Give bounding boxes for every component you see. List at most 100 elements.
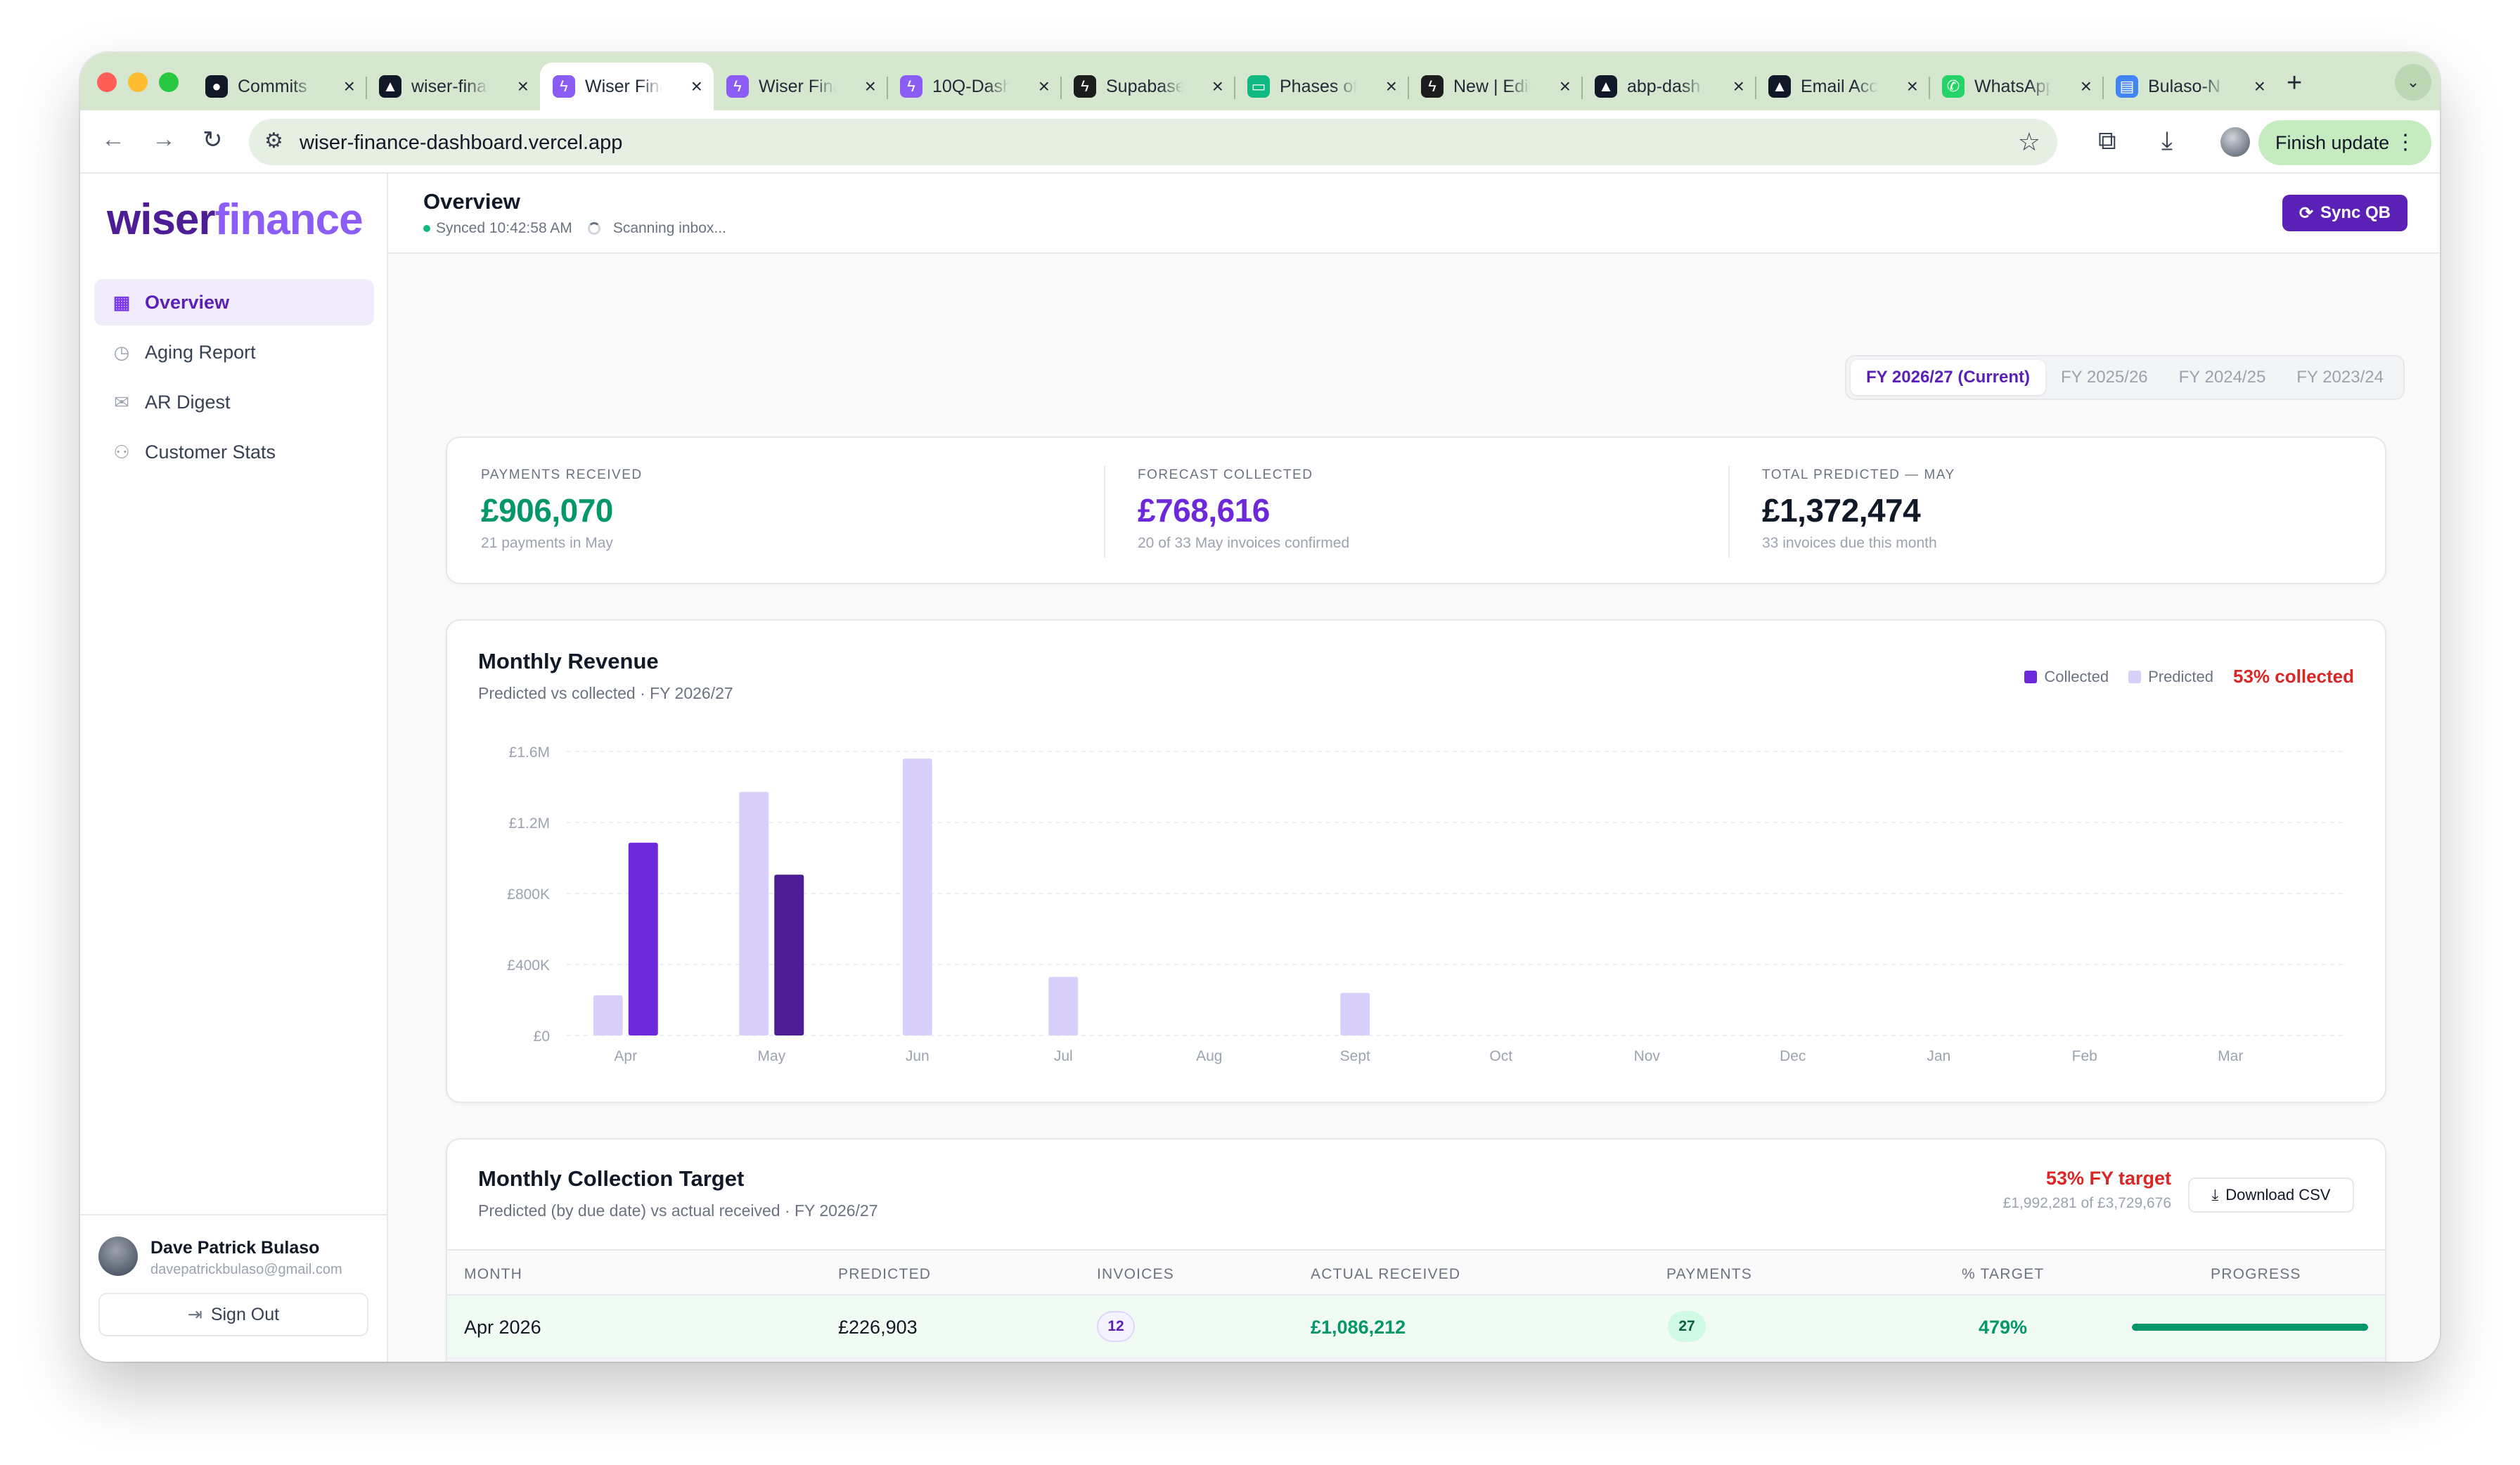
mail-icon: ✉ [114,391,129,413]
sidebar: wiserfinance ▦ Overview ◷ Aging Report ✉ AR D… [80,174,388,1362]
refresh-icon: ⟳ [2299,203,2313,223]
browser-tab[interactable]: ϟ Wiser Finance × [540,63,714,110]
sidebar-item-label: Customer Stats [145,441,276,463]
legend-swatch-predicted [2128,670,2142,683]
sidebar-item-ar-digest[interactable]: ✉ AR Digest [94,379,374,425]
x-tick-label: Jun [906,1048,930,1064]
bookmark-star-icon[interactable]: ☆ [2018,127,2040,157]
browser-tab-label: Phases of [1280,76,1357,96]
close-window-button[interactable] [97,72,117,92]
fy-tab[interactable]: FY 2025/26 [2045,360,2164,395]
browser-tab[interactable]: ϟ Supabase × [1061,63,1235,110]
forward-icon[interactable]: → [152,126,176,153]
kpi-card: PAYMENTS RECEIVED £906,070 21 payments in … [446,437,2386,584]
close-tab-icon[interactable]: × [1733,75,1744,98]
target-subtitle: Predicted (by due date) vs actual receiv… [478,1201,878,1220]
profile-avatar[interactable] [2220,127,2250,157]
fy-tab[interactable]: FY 2026/27 (Current) [1851,360,2045,395]
close-tab-icon[interactable]: × [1907,75,1918,98]
sync-qb-button[interactable]: ⟳ Sync QB [2282,195,2408,231]
browser-tab-label: WhatsApp [1974,76,2052,96]
browser-tab-label: abp-dash [1627,76,1701,96]
bar-predicted-jul[interactable] [1048,976,1079,1035]
fy-tab[interactable]: FY 2023/24 [2281,360,2399,395]
bar-predicted-sept[interactable] [1340,993,1370,1035]
close-tab-icon[interactable]: × [2081,75,2092,98]
extensions-icon[interactable]: ⧉ [2098,126,2116,156]
month-label: Apr 2026 [464,1317,541,1338]
browser-tab[interactable]: ϟ New | Edit × [1408,63,1582,110]
maximize-window-button[interactable] [159,72,179,92]
column-header: PREDICTED [838,1266,932,1282]
column-header: ACTUAL RECEIVED [1311,1266,1461,1282]
legend-predicted: Predicted [2128,668,2213,686]
reload-icon[interactable]: ↻ [202,126,223,154]
more-menu-icon[interactable]: ⋮ [2395,130,2416,155]
browser-tab-label: 10Q-Dash [932,76,1010,96]
close-tab-icon[interactable]: × [2254,75,2265,98]
column-header: % TARGET [1962,1266,2045,1282]
user-name: Dave Patrick Bulaso [150,1238,320,1258]
address-bar[interactable]: ⚙ wiser-finance-dashboard.vercel.app ☆ [249,119,2057,165]
bar-predicted-may[interactable] [739,792,769,1035]
kpi-value: £906,070 [481,492,613,529]
bar-predicted-apr[interactable] [593,995,623,1035]
close-tab-icon[interactable]: × [1212,75,1223,98]
table-row[interactable]: • May 2026NOW£1,372,47433£906,0702166% [447,1359,2385,1362]
brand-logo[interactable]: wiserfinance [107,195,364,245]
tab-search-icon[interactable]: ⌄ [2395,64,2431,101]
sync-qb-label: Sync QB [2320,203,2391,222]
close-tab-icon[interactable]: × [1386,75,1397,98]
bolt-icon: ϟ [900,75,922,98]
browser-tab[interactable]: ▲ abp-dash × [1582,63,1756,110]
finish-update-button[interactable]: Finish update ⋮ [2258,120,2431,165]
close-tab-icon[interactable]: × [1560,75,1571,98]
page-header: Overview Synced 10:42:58 AM Scanning inb… [388,174,2440,254]
table-row[interactable]: Apr 2026 £226,903 12 £1,086,212 27 479% [447,1296,2385,1359]
download-icon[interactable]: ⤓ [2161,126,2173,156]
download-csv-button[interactable]: ⤓ Download CSV [2188,1177,2354,1213]
kpi-label: TOTAL PREDICTED — MAY [1762,467,1955,482]
loading-spinner-icon [587,222,600,235]
close-tab-icon[interactable]: × [1039,75,1050,98]
browser-tab[interactable]: ✆ WhatsApp × [1929,63,2103,110]
sidebar-item-aging-report[interactable]: ◷ Aging Report [94,329,374,375]
vercel-icon: ▲ [1768,75,1791,98]
close-tab-icon[interactable]: × [691,75,702,98]
legend-collected-label: Collected [2044,667,2109,685]
fy-target-detail: £1,992,281 of £3,729,676 [2002,1195,2171,1211]
target-title: Monthly Collection Target [478,1166,745,1191]
close-tab-icon[interactable]: × [344,75,355,98]
cell-actual-received: £1,086,212 [1311,1317,1406,1338]
tab-separator [1234,77,1235,99]
browser-tab[interactable]: ● Commits × [193,63,366,110]
fy-target-percent: 53% FY target [2045,1168,2171,1189]
back-icon[interactable]: ← [101,126,125,153]
bar-predicted-jun[interactable] [902,759,932,1035]
close-tab-icon[interactable]: × [865,75,876,98]
minimize-window-button[interactable] [128,72,148,92]
sign-out-button[interactable]: ⇥ Sign Out [98,1293,368,1336]
synced-time: Synced 10:42:58 AM [436,220,572,236]
x-tick-label: Feb [2072,1048,2097,1064]
supabase-icon: ϟ [1421,75,1444,98]
sidebar-item-overview[interactable]: ▦ Overview [94,279,374,325]
tab-separator [1060,77,1062,99]
bar-collected-apr[interactable] [628,842,658,1035]
collection-target-card: Monthly Collection Target Predicted (by … [446,1138,2386,1362]
browser-tab[interactable]: ▤ Bulaso-N × [2103,63,2277,110]
sidebar-item-customer-stats[interactable]: ⚇ Customer Stats [94,429,374,475]
browser-tab[interactable]: ϟ 10Q-Dash × [887,63,1061,110]
browser-tab[interactable]: ▭ Phases of × [1235,63,1408,110]
bar-collected-may[interactable] [774,875,804,1035]
legend-predicted-label: Predicted [2148,667,2214,685]
browser-tab[interactable]: ▲ Email Acc × [1756,63,1929,110]
close-tab-icon[interactable]: × [518,75,529,98]
status-dot-icon [423,225,430,232]
browser-tab[interactable]: ϟ Wiser Finance × [714,63,887,110]
site-info-icon[interactable]: ⚙ [264,129,283,153]
fy-tab[interactable]: FY 2024/25 [2164,360,2282,395]
download-icon: ⤓ [2211,1186,2219,1203]
browser-tab[interactable]: ▲ wiser-finance × [366,63,540,110]
new-tab-button[interactable]: + [2287,68,2302,98]
